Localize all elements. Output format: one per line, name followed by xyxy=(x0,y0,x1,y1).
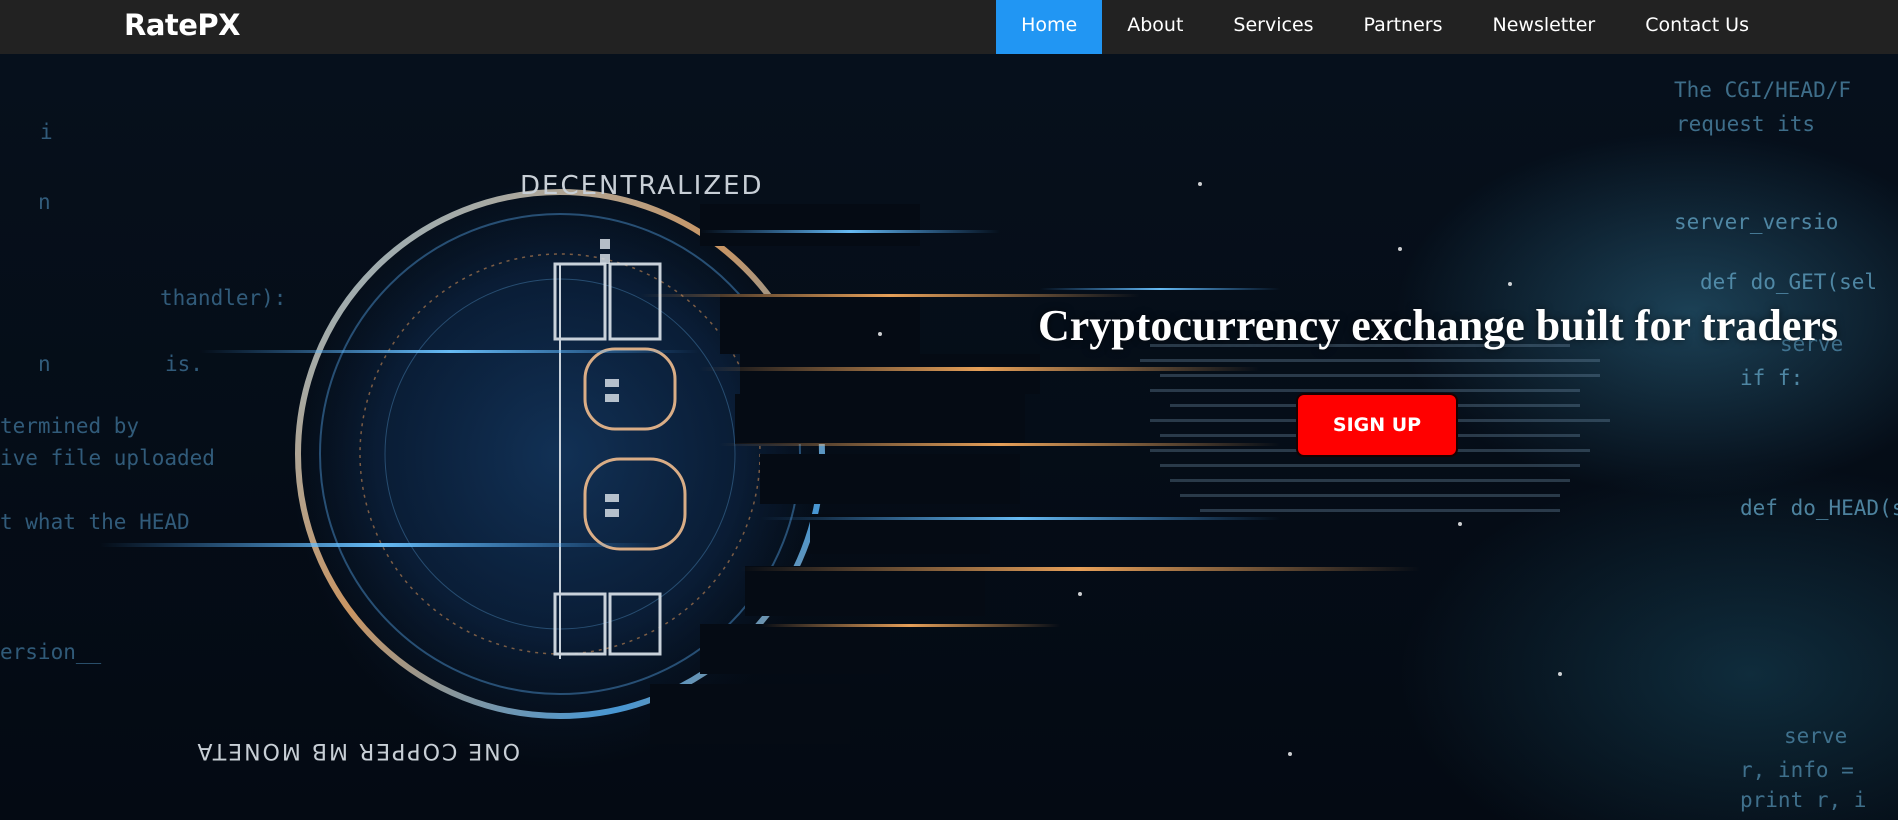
brand-logo[interactable]: RatePX xyxy=(124,0,241,54)
nav-item-services[interactable]: Services xyxy=(1208,0,1338,54)
coin-rim-text-top: DECENTRALIZED xyxy=(520,171,764,201)
top-navbar: RatePX Home About Services Partners News… xyxy=(0,0,1898,54)
nav-menu: Home About Services Partners Newsletter … xyxy=(996,0,1898,54)
nav-item-contact-us[interactable]: Contact Us xyxy=(1620,0,1774,54)
sign-up-button[interactable]: SIGN UP xyxy=(1296,393,1458,457)
nav-item-partners[interactable]: Partners xyxy=(1339,0,1468,54)
nav-item-home[interactable]: Home xyxy=(996,0,1103,54)
hero-headline: Cryptocurrency exchange built for trader… xyxy=(1038,301,1839,350)
hero-section: i n thandler): n is. termined by ive fil… xyxy=(0,54,1898,820)
nav-item-about[interactable]: About xyxy=(1102,0,1208,54)
nav-item-newsletter[interactable]: Newsletter xyxy=(1468,0,1621,54)
bitcoin-coin-image: DECENTRALIZED ONE COPPER MB MONETA xyxy=(100,171,1610,763)
coin-rim-text-bottom: ONE COPPER MB MONETA xyxy=(195,738,520,763)
